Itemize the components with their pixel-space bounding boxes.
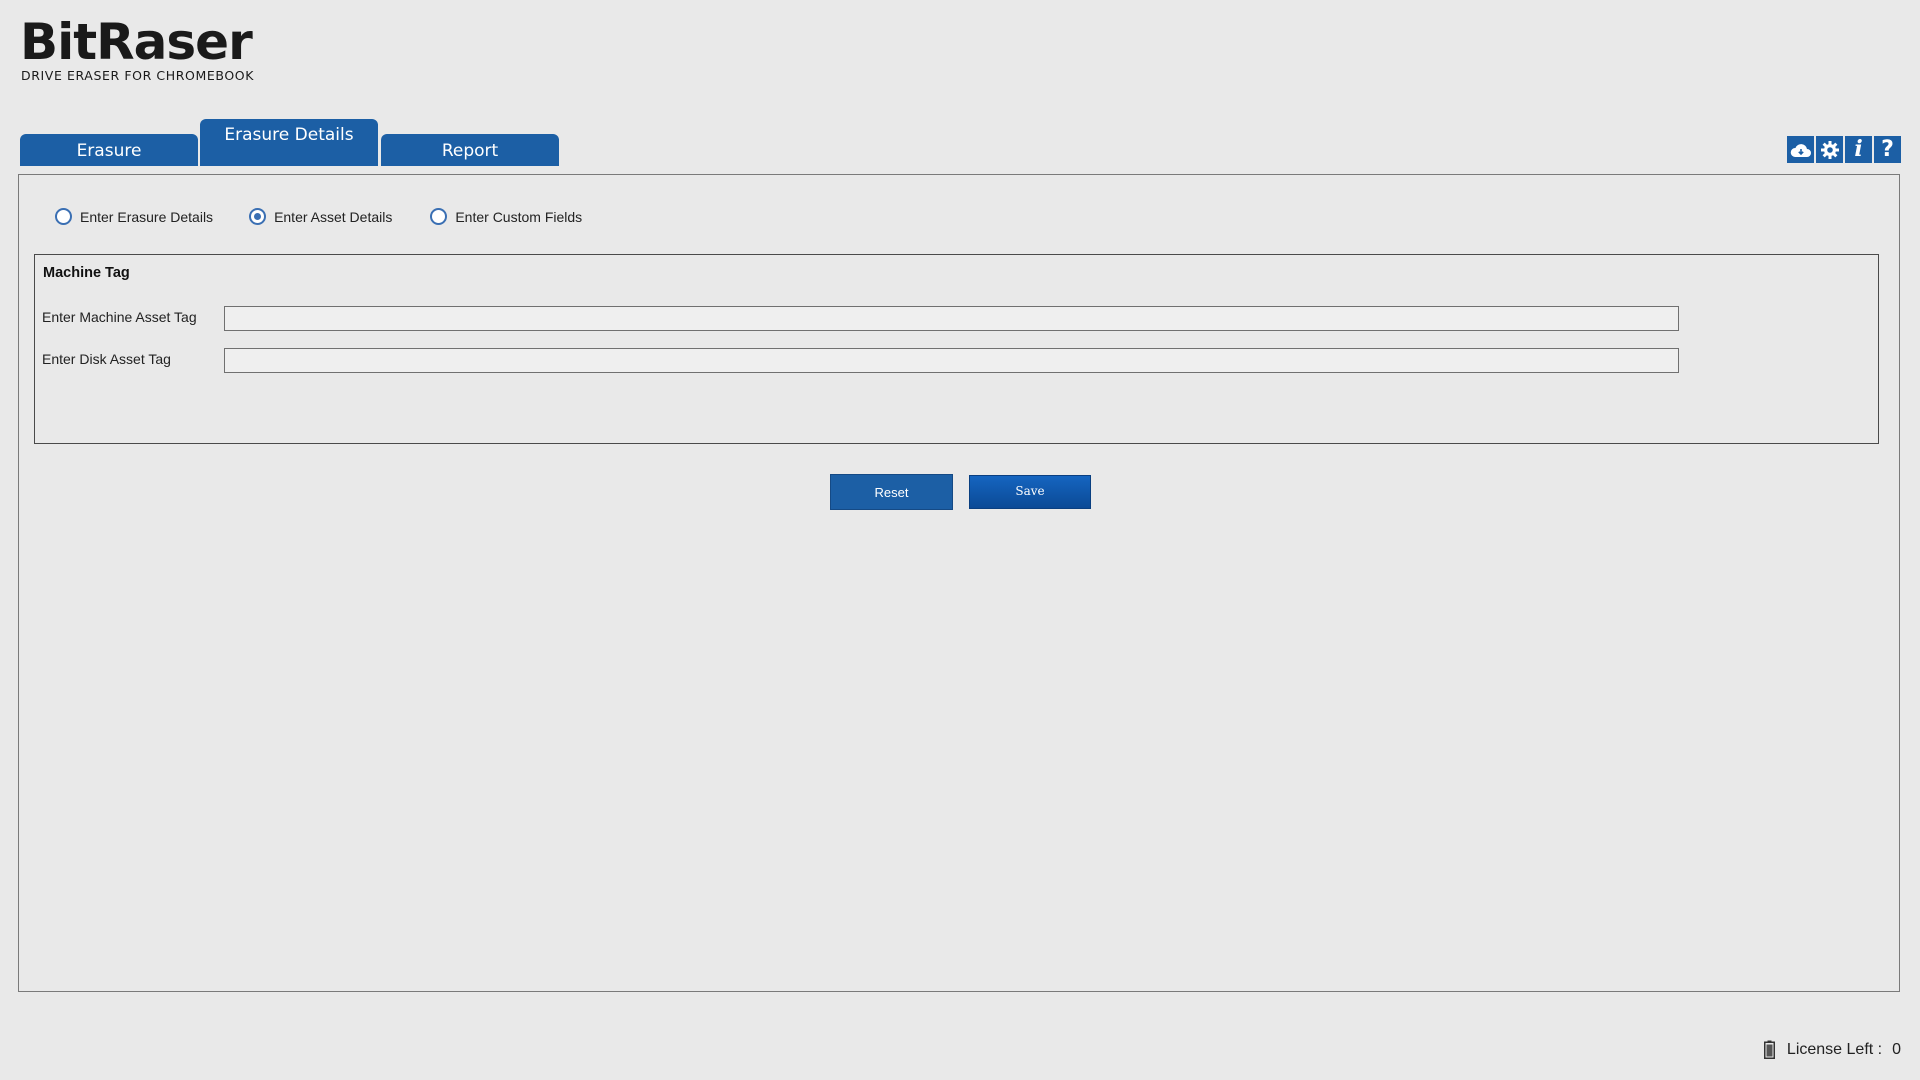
help-icon[interactable]: ? xyxy=(1874,136,1901,163)
tab-erasure[interactable]: Erasure xyxy=(20,134,198,166)
logo-title: BitRaser xyxy=(20,13,253,71)
main-tabs: Erasure Erasure Details Report xyxy=(20,117,560,166)
logo-subtitle: DRIVE ERASER FOR CHROMEBOOK xyxy=(21,68,254,83)
machine-tag-group: Machine Tag Enter Machine Asset Tag Ente… xyxy=(34,254,1879,444)
details-mode-radio-group: Enter Erasure Details Enter Asset Detail… xyxy=(55,208,618,225)
cloud-icon[interactable] xyxy=(1787,136,1814,163)
info-icon[interactable]: i xyxy=(1845,136,1872,163)
radio-enter-asset-details[interactable]: Enter Asset Details xyxy=(249,208,392,225)
radio-enter-erasure-details[interactable]: Enter Erasure Details xyxy=(55,208,213,225)
license-count: 0 xyxy=(1892,1040,1901,1058)
disk-asset-tag-label: Enter Disk Asset Tag xyxy=(42,351,171,367)
battery-icon xyxy=(1763,1040,1775,1059)
erasure-details-panel: Enter Erasure Details Enter Asset Detail… xyxy=(18,174,1900,992)
tab-erasure-details[interactable]: Erasure Details xyxy=(200,119,378,166)
top-toolbar: i ? xyxy=(1787,136,1901,163)
gear-icon[interactable] xyxy=(1816,136,1843,163)
license-label: License Left : xyxy=(1786,1040,1883,1058)
radio-unchecked-icon[interactable] xyxy=(430,208,448,225)
machine-asset-tag-label: Enter Machine Asset Tag xyxy=(42,309,197,325)
radio-unchecked-icon[interactable] xyxy=(55,208,72,225)
machine-asset-tag-input[interactable] xyxy=(224,306,1679,331)
radio-enter-custom-fields[interactable]: Enter Custom Fields xyxy=(430,208,582,225)
app-logo: BitRaser DRIVE ERASER FOR CHROMEBOOK xyxy=(20,14,254,83)
license-status: License Left : 0 xyxy=(1763,1040,1901,1059)
reset-button[interactable]: Reset xyxy=(830,474,953,510)
radio-checked-icon[interactable] xyxy=(249,208,267,225)
save-button[interactable]: Save xyxy=(969,475,1091,509)
disk-asset-tag-input[interactable] xyxy=(224,348,1679,373)
group-title: Machine Tag xyxy=(43,265,130,281)
tab-report[interactable]: Report xyxy=(381,134,559,166)
